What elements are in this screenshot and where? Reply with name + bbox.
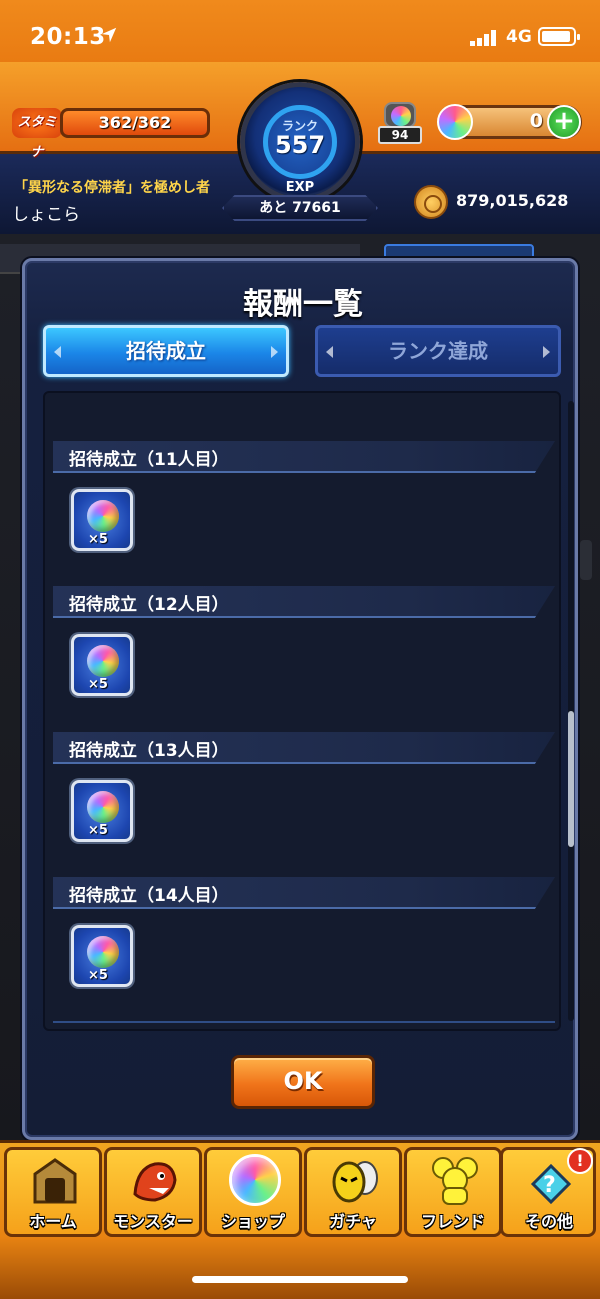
- list-item: 招待成立（12人目） ×5: [53, 586, 555, 696]
- nav-monster[interactable]: モンスター: [104, 1147, 202, 1237]
- nav-monster-label: モンスター: [113, 1212, 193, 1231]
- exp-label: EXP: [285, 180, 315, 195]
- nav-gacha[interactable]: ガチャ: [304, 1147, 402, 1237]
- add-orb-button[interactable]: +: [547, 105, 581, 139]
- section-header: 招待成立（12人目）: [53, 586, 555, 618]
- rainbow-orb-icon: [87, 645, 119, 677]
- rainbow-orb-icon: [437, 104, 473, 140]
- rainbow-orb-icon: [229, 1154, 281, 1206]
- orb-stock-count: 94: [378, 126, 422, 144]
- tab-invite-label: 招待成立: [126, 339, 206, 363]
- signal-icon: [470, 30, 496, 46]
- dragon-icon: [133, 1162, 177, 1202]
- section-title: 招待成立（14人目）: [69, 886, 229, 906]
- section-header: 招待成立（11人目）: [53, 441, 555, 473]
- stamina-value: 362/362: [98, 113, 172, 132]
- nav-shop[interactable]: ショップ: [204, 1147, 302, 1237]
- nav-friend-label: フレンド: [420, 1212, 485, 1231]
- orb-stock-counter[interactable]: 94: [376, 102, 424, 144]
- status-time: 20:13: [30, 24, 106, 50]
- section-title: 招待成立（13人目）: [69, 741, 229, 761]
- home-gate-icon: [33, 1158, 77, 1204]
- side-scroll-hint: [580, 540, 592, 580]
- tab-arrow-left-icon: [54, 346, 61, 358]
- rainbow-orb-icon: [87, 936, 119, 968]
- tab-arrow-right-icon: [543, 346, 550, 358]
- player-title: 「異形なる停滞者」を極めし者: [14, 180, 210, 196]
- list-bottom-divider: [53, 1021, 555, 1023]
- orb-count: 0: [529, 110, 543, 132]
- reward-item[interactable]: ×5: [71, 780, 133, 842]
- exp-remaining: あと 77661: [222, 195, 378, 221]
- nav-other[interactable]: ? ! その他: [500, 1147, 596, 1237]
- location-arrow-icon: [101, 27, 117, 43]
- rainbow-orb-icon: [87, 500, 119, 532]
- stamina-bar[interactable]: 362/362: [60, 108, 210, 138]
- gold-coin-icon: [414, 185, 448, 219]
- scrollbar-thumb[interactable]: [568, 711, 574, 847]
- rainbow-orb-icon: [87, 791, 119, 823]
- notification-badge: !: [567, 1148, 593, 1174]
- orb-balance: 0 +: [437, 104, 582, 140]
- section-title: 招待成立（11人目）: [69, 450, 229, 470]
- section-header: 招待成立（14人目）: [53, 877, 555, 909]
- reward-quantity: ×5: [88, 823, 108, 838]
- tab-invite[interactable]: 招待成立: [43, 325, 289, 377]
- reward-item[interactable]: ×5: [71, 634, 133, 696]
- list-scrollbar[interactable]: [568, 401, 574, 1021]
- nav-shop-label: ショップ: [220, 1212, 285, 1231]
- network-type: 4G: [506, 27, 532, 47]
- section-title: 招待成立（12人目）: [69, 595, 229, 615]
- friends-icon: [432, 1157, 478, 1205]
- reward-quantity: ×5: [88, 968, 108, 983]
- modal-title: 報酬一覧: [243, 287, 363, 322]
- battery-icon: [538, 27, 580, 46]
- tab-rank-achievement[interactable]: ランク達成: [315, 325, 561, 377]
- nav-gacha-label: ガチャ: [329, 1212, 377, 1231]
- nav-friend[interactable]: フレンド: [404, 1147, 502, 1237]
- reward-item[interactable]: ×5: [71, 489, 133, 551]
- reward-list-modal: 報酬一覧 招待成立 ランク達成 招待成立（11人目） ×5 招待成立（12人目）…: [22, 258, 578, 1140]
- nav-other-label: その他: [524, 1212, 573, 1231]
- reward-list[interactable]: 招待成立（11人目） ×5 招待成立（12人目） ×5 招待成立（13人目） ×…: [43, 391, 561, 1031]
- game-header: スタミナ 362/362 ランク 557 EXP あと 77661 94 0 +…: [0, 62, 600, 234]
- nav-home-label: ホーム: [29, 1212, 77, 1231]
- section-header: 招待成立（13人目）: [53, 732, 555, 764]
- ok-button[interactable]: OK: [231, 1055, 375, 1109]
- tab-arrow-left-icon: [326, 346, 333, 358]
- tab-rank-label: ランク達成: [388, 339, 488, 363]
- svg-text:?: ?: [543, 1173, 556, 1198]
- orb-stock-icon: [384, 102, 416, 128]
- list-item: 招待成立（14人目） ×5: [53, 877, 555, 987]
- player-name: しょこら: [12, 205, 80, 225]
- reward-quantity: ×5: [88, 532, 108, 547]
- list-item: 招待成立（13人目） ×5: [53, 732, 555, 842]
- status-bar: 20:13 4G: [0, 0, 600, 62]
- list-item: 招待成立（11人目） ×5: [53, 441, 555, 551]
- app-screen: 20:13 4G スタミナ 362/362 ランク 557 EXP あと 776…: [0, 0, 600, 1299]
- reward-quantity: ×5: [88, 677, 108, 692]
- gold-amount: 879,015,628: [456, 191, 569, 210]
- reward-item[interactable]: ×5: [71, 925, 133, 987]
- rank-value: 557: [274, 131, 326, 159]
- nav-home[interactable]: ホーム: [4, 1147, 102, 1237]
- stamina-icon: スタミナ: [12, 108, 62, 160]
- egg-icon: [332, 1161, 378, 1203]
- tab-arrow-right-icon: [271, 346, 278, 358]
- home-indicator[interactable]: [192, 1276, 408, 1283]
